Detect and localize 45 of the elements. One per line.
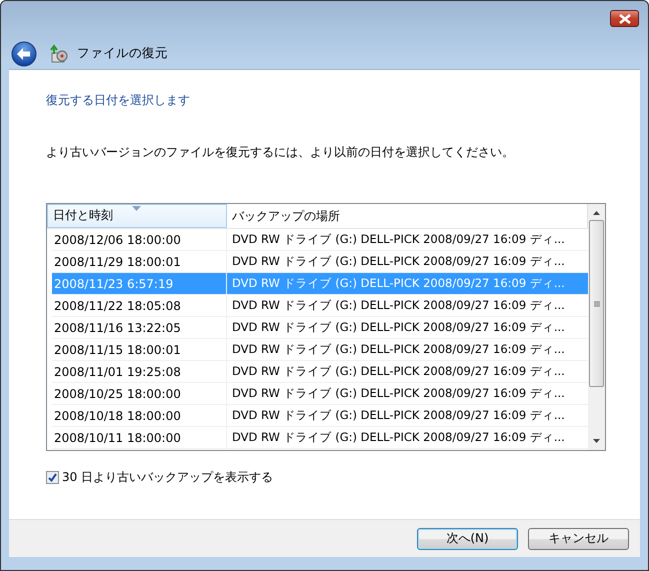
location-cell-text: DVD RW ドライブ (G:) DELL-PICK 2008/09/27 16:09 ディ... — [231, 254, 566, 269]
scroll-down-icon — [593, 439, 600, 443]
date-cell: 2008/10/18 18:00:00 — [52, 405, 227, 426]
location-cell-text: DVD RW ドライブ (G:) DELL-PICK 2008/09/27 16:09 ディ... — [231, 342, 566, 357]
checkbox[interactable] — [46, 471, 59, 484]
backup-row[interactable]: 2008/10/11 18:00:00 DVD RW ドライブ (G:) DELL-PICK 2008/09/27 16:09 ディ... — [52, 427, 588, 449]
next-button[interactable]: 次へ(N) — [417, 528, 518, 550]
scrollbar[interactable] — [588, 204, 605, 450]
sort-icon — [132, 206, 141, 211]
date-cell: 2008/11/22 18:05:08 — [52, 295, 227, 316]
location-cell-text: DVD RW ドライブ (G:) DELL-PICK 2008/09/27 16:09 ディ... — [231, 276, 566, 291]
backup-row[interactable]: 2008/11/16 13:22:05 DVD RW ドライブ (G:) DELL-PICK 2008/09/27 16:09 ディ... — [52, 317, 588, 339]
location-cell-text: DVD RW ドライブ (G:) DELL-PICK 2008/09/27 16:09 ディ... — [231, 430, 566, 445]
location-cell-text: DVD RW ドライブ (G:) DELL-PICK 2008/09/27 16:09 ディ... — [231, 386, 566, 401]
close-icon — [618, 14, 632, 24]
close-button[interactable] — [610, 10, 639, 27]
backup-row[interactable]: 2008/11/22 18:05:08 DVD RW ドライブ (G:) DELL-PICK 2008/09/27 16:09 ディ... — [52, 295, 588, 317]
page-heading: 復元する日付を選択します — [46, 92, 191, 109]
date-cell: 2008/10/25 18:00:00 — [52, 383, 227, 404]
date-cell: 2008/11/29 18:00:01 — [52, 251, 227, 272]
instruction-text: より古いバージョンのファイルを復元するには、より以前の日付を選択してください。 — [46, 144, 515, 161]
date-cell: 2008/10/11 18:00:00 — [52, 427, 227, 448]
date-cell: 2008/11/01 19:25:08 — [52, 361, 227, 382]
checkbox-label: 30 日より古いバックアップを表示する — [62, 469, 274, 486]
backup-row[interactable]: 2008/10/25 18:00:00 DVD RW ドライブ (G:) DELL-PICK 2008/09/27 16:09 ディ... — [52, 383, 588, 405]
date-cell: 2008/11/16 13:22:05 — [52, 317, 227, 338]
location-cell-text: DVD RW ドライブ (G:) DELL-PICK 2008/09/27 16:09 ディ... — [231, 232, 566, 247]
location-cell-text: DVD RW ドライブ (G:) DELL-PICK 2008/09/27 16:09 ディ... — [231, 320, 566, 335]
backup-row[interactable]: 2008/11/01 19:25:08 DVD RW ドライブ (G:) DELL-PICK 2008/09/27 16:09 ディ... — [52, 361, 588, 383]
restore-icon — [49, 44, 69, 64]
column-header[interactable]: 日付と時刻 — [47, 204, 227, 228]
date-cell: 2008/11/15 18:00:01 — [52, 339, 227, 360]
scroll-thumb[interactable] — [589, 220, 604, 387]
date-cell: 2008/12/06 18:00:00 — [52, 229, 227, 250]
location-cell-text: DVD RW ドライブ (G:) DELL-PICK 2008/09/27 16:09 ディ... — [231, 364, 566, 379]
back-button[interactable] — [11, 40, 37, 66]
location-cell-text: DVD RW ドライブ (G:) DELL-PICK 2008/09/27 16:09 ディ... — [231, 298, 566, 313]
backup-row[interactable]: 2008/10/18 18:00:00 DVD RW ドライブ (G:) DELL-PICK 2008/09/27 16:09 ディ... — [52, 405, 588, 427]
date-cell: 2008/11/23 6:57:19 — [52, 273, 227, 294]
cancel-button[interactable]: キャンセル — [528, 528, 629, 550]
scroll-up-icon — [593, 211, 600, 215]
backup-row[interactable]: 2008/12/06 18:00:00 DVD RW ドライブ (G:) DELL-PICK 2008/09/27 16:09 ディ... — [52, 229, 588, 251]
location-cell-text: DVD RW ドライブ (G:) DELL-PICK 2008/09/27 16:09 ディ... — [231, 408, 566, 423]
window-title: ファイルの復元 — [77, 45, 168, 62]
backup-row[interactable]: 2008/11/15 18:00:01 DVD RW ドライブ (G:) DELL-PICK 2008/09/27 16:09 ディ... — [52, 339, 588, 361]
